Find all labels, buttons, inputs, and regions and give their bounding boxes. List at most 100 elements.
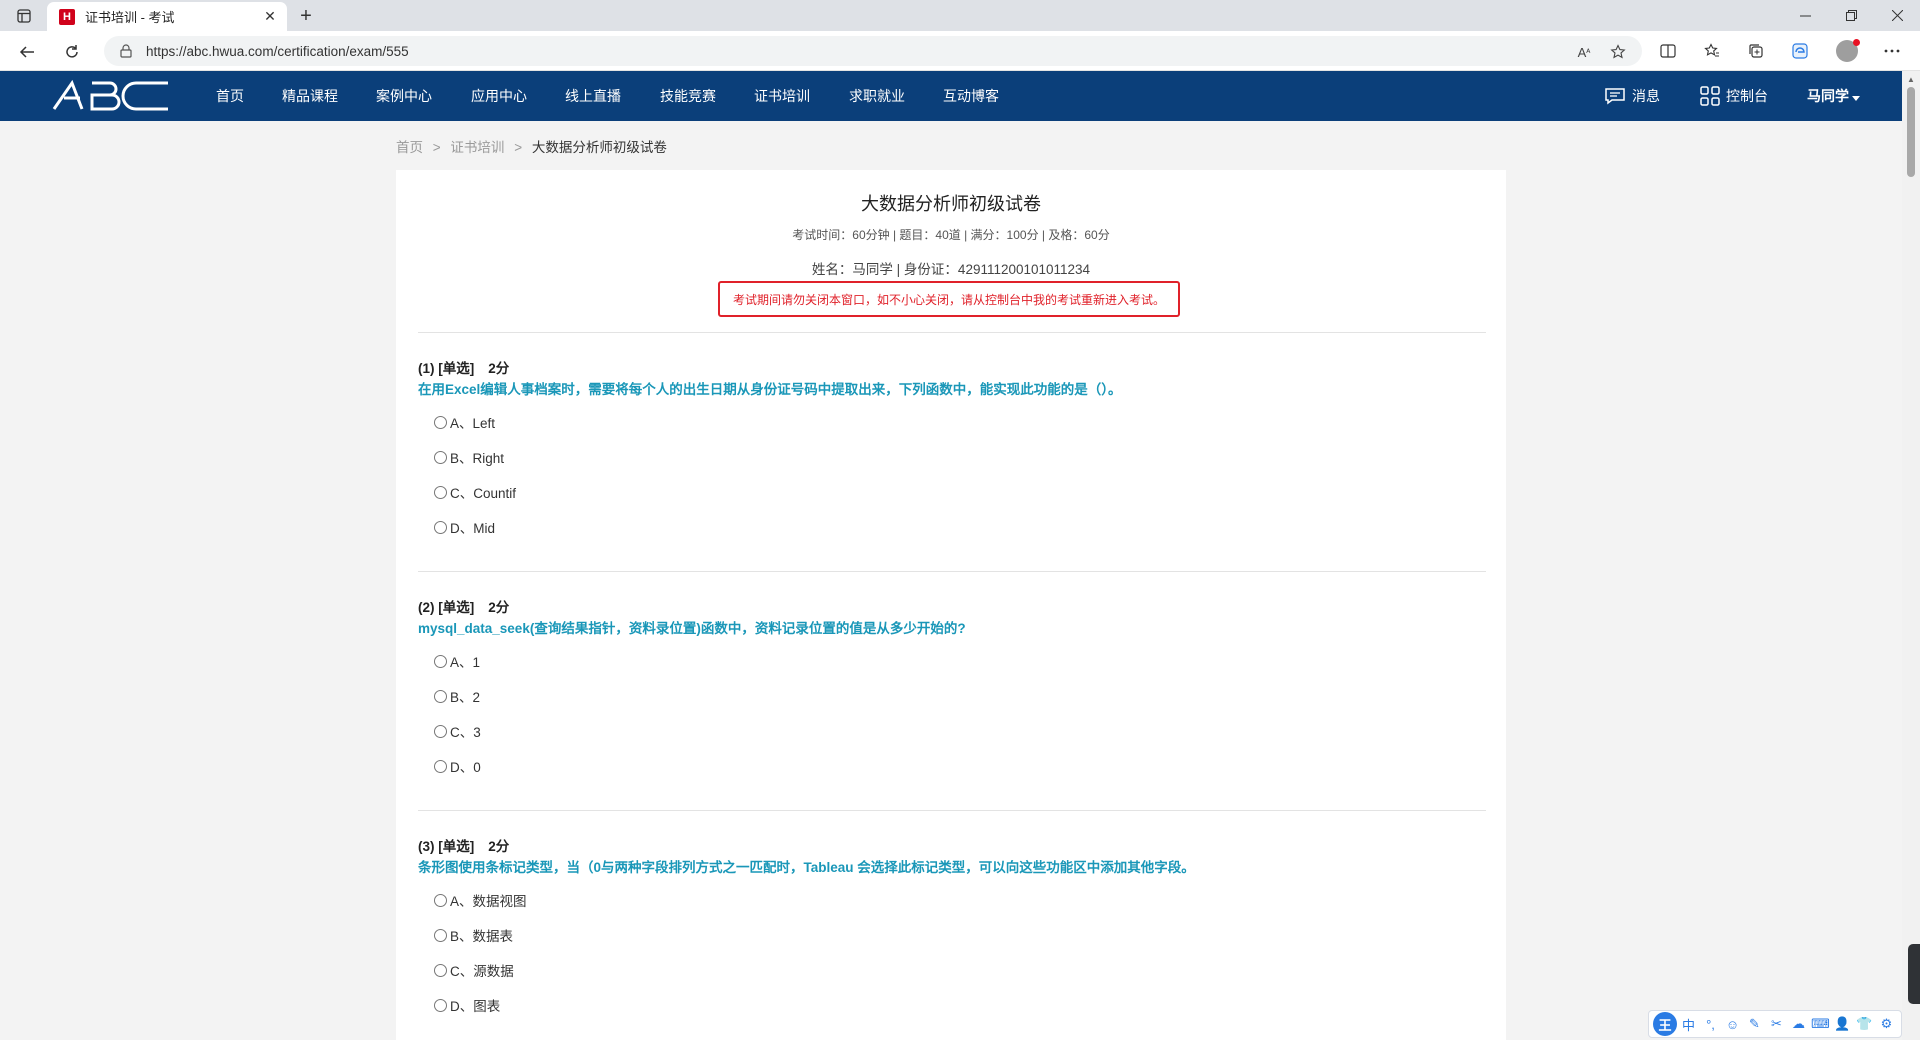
nav-item-apps[interactable]: 应用中心: [471, 71, 527, 121]
question-2-label: (2) [单选]: [418, 600, 475, 615]
breadcrumb-home[interactable]: 首页: [396, 140, 423, 155]
nav-item-certification[interactable]: 证书培训: [754, 71, 810, 121]
ime-emoji-icon[interactable]: ☺: [1722, 1013, 1743, 1035]
radio-button[interactable]: [434, 450, 447, 464]
question-3-header: (3) [单选] 2分: [418, 835, 509, 855]
question-1-option-c[interactable]: C、Countif: [434, 482, 516, 502]
radio-button[interactable]: [434, 893, 447, 907]
nav-item-live[interactable]: 线上直播: [565, 71, 621, 121]
site-favicon-icon: H: [59, 8, 75, 25]
refresh-icon[interactable]: [59, 39, 85, 65]
question-2-option-a[interactable]: A、1: [434, 651, 480, 671]
breadcrumb-current: 大数据分析师初级试卷: [531, 140, 667, 155]
read-aloud-icon[interactable]: Aᴬ: [1574, 42, 1594, 62]
radio-button[interactable]: [434, 928, 447, 942]
question-3-option-d[interactable]: D、图表: [434, 995, 500, 1015]
question-1-option-d[interactable]: D、Mid: [434, 517, 495, 537]
question-3-option-a[interactable]: A、数据视图: [434, 890, 527, 910]
question-1-text: 在用Excel编辑人事档案时，需要将每个人的出生日期从身份证号码中提取出来，下列…: [418, 382, 1122, 397]
add-favorite-icon[interactable]: [1608, 42, 1628, 62]
nav-item-contests[interactable]: 技能竞赛: [660, 71, 716, 121]
caret-down-icon: [1852, 88, 1860, 104]
option-label: A、Left: [450, 416, 496, 431]
ime-keyboard-icon[interactable]: ⌨: [1810, 1013, 1831, 1035]
ime-screenshot-icon[interactable]: ✂: [1766, 1013, 1787, 1035]
window-close-button[interactable]: [1874, 0, 1920, 31]
messages-link[interactable]: 消息: [1604, 71, 1660, 121]
ime-user-icon[interactable]: 👤: [1832, 1013, 1853, 1035]
radio-button[interactable]: [434, 963, 447, 977]
radio-button[interactable]: [434, 415, 447, 429]
nav-item-blog[interactable]: 互动博客: [943, 71, 999, 121]
window-restore-button[interactable]: [1828, 0, 1874, 31]
option-label: C、3: [450, 725, 481, 740]
radio-button[interactable]: [434, 485, 447, 499]
nav-item-courses[interactable]: 精品课程: [282, 71, 338, 121]
message-icon: [1604, 87, 1626, 105]
question-3-option-b[interactable]: B、数据表: [434, 925, 513, 945]
question-1-option-a[interactable]: A、Left: [434, 412, 495, 432]
ime-toolbar: 王 中 °, ☺ ✎ ✂ ☁ ⌨ 👤 👕 ⚙: [1648, 1010, 1902, 1038]
question-3-label: (3) [单选]: [418, 839, 475, 854]
user-menu[interactable]: 马同学: [1807, 71, 1860, 121]
radio-button[interactable]: [434, 724, 447, 738]
radio-button[interactable]: [434, 689, 447, 703]
nav-item-jobs[interactable]: 求职就业: [849, 71, 905, 121]
ime-settings-icon[interactable]: ⚙: [1876, 1013, 1897, 1035]
question-1-label: (1) [单选]: [418, 361, 475, 376]
ime-cloud-icon[interactable]: ☁: [1788, 1013, 1809, 1035]
dashboard-grid-icon: [1700, 86, 1720, 106]
radio-button[interactable]: [434, 654, 447, 668]
favorites-icon[interactable]: [1701, 40, 1723, 62]
tab-title: 证书培训 - 考试: [85, 10, 175, 25]
browser-tab-active[interactable]: H 证书培训 - 考试 ✕: [47, 2, 287, 31]
back-arrow-icon[interactable]: [14, 39, 40, 65]
nav-item-home[interactable]: 首页: [216, 71, 244, 121]
option-label: B、数据表: [450, 929, 514, 944]
question-2-option-b[interactable]: B、2: [434, 686, 480, 706]
ime-logo-icon[interactable]: 王: [1653, 1012, 1677, 1036]
question-1-points: 2分: [488, 361, 510, 376]
abc-logo[interactable]: [52, 79, 172, 118]
radio-button[interactable]: [434, 520, 447, 534]
profile-notification-dot: [1853, 39, 1860, 46]
browser-tab-bar: H 证书培训 - 考试 ✕ +: [0, 0, 1920, 31]
tab-actions-icon[interactable]: [14, 6, 34, 26]
messages-label: 消息: [1632, 88, 1660, 104]
url-field[interactable]: https://abc.hwua.com/certification/exam/…: [104, 36, 1642, 66]
radio-button[interactable]: [434, 998, 447, 1012]
url-text[interactable]: https://abc.hwua.com/certification/exam/…: [146, 44, 409, 59]
scroll-up-arrow-icon[interactable]: ▲: [1906, 74, 1916, 84]
option-label: D、图表: [450, 999, 501, 1014]
question-2-option-d[interactable]: D、0: [434, 756, 481, 776]
question-2-option-c[interactable]: C、3: [434, 721, 481, 741]
console-link[interactable]: 控制台: [1700, 71, 1768, 121]
ime-chinese-mode-icon[interactable]: 中: [1678, 1013, 1699, 1035]
window-minimize-button[interactable]: [1782, 0, 1828, 31]
exam-meta: 考试时间：60分钟 | 题目：40道 | 满分：100分 | 及格：60分: [792, 228, 1110, 242]
ime-handwriting-icon[interactable]: ✎: [1744, 1013, 1765, 1035]
console-label: 控制台: [1726, 88, 1768, 104]
scrollbar-thumb[interactable]: [1907, 87, 1915, 177]
tab-close-icon[interactable]: ✕: [261, 8, 279, 26]
breadcrumb-separator: >: [432, 140, 441, 155]
radio-button[interactable]: [434, 759, 447, 773]
question-3-points: 2分: [488, 839, 510, 854]
question-2-points: 2分: [488, 600, 510, 615]
breadcrumb-section[interactable]: 证书培训: [450, 140, 504, 155]
page-scrollbar[interactable]: ▲: [1902, 71, 1920, 1040]
edge-extension-icon[interactable]: [1789, 40, 1811, 62]
question-2-text: mysql_data_seek(查询结果指针，资料录位置)函数中，资料记录位置的…: [418, 621, 966, 636]
question-1-option-b[interactable]: B、Right: [434, 447, 504, 467]
split-screen-icon[interactable]: [1657, 40, 1679, 62]
more-options-icon[interactable]: [1881, 40, 1903, 62]
ime-skin-icon[interactable]: 👕: [1854, 1013, 1875, 1035]
ime-punctuation-icon[interactable]: °,: [1700, 1013, 1721, 1035]
lock-icon[interactable]: [118, 43, 134, 59]
option-label: B、2: [450, 690, 481, 705]
question-3-option-c[interactable]: C、源数据: [434, 960, 514, 980]
collections-icon[interactable]: [1745, 40, 1767, 62]
side-panel-handle[interactable]: [1908, 944, 1920, 1004]
nav-item-cases[interactable]: 案例中心: [376, 71, 432, 121]
new-tab-button[interactable]: +: [294, 4, 318, 28]
